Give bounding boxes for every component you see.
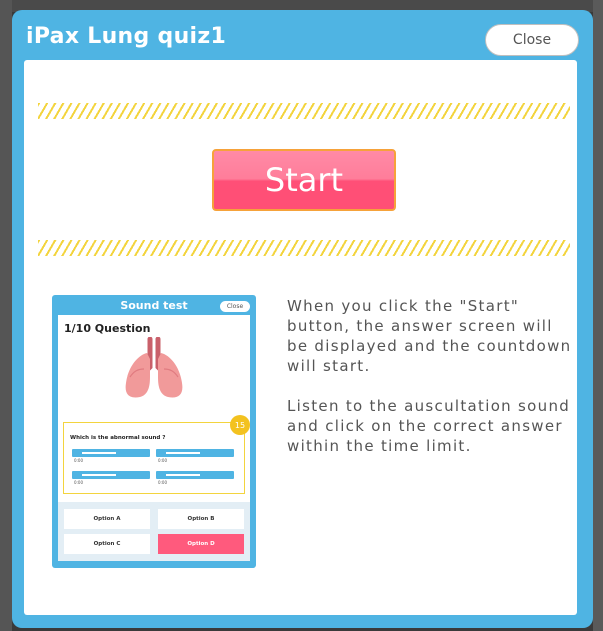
preview-audio-time: 0:00 (74, 480, 83, 485)
instruction-paragraph: When you click the "Start" button, the a… (287, 297, 572, 375)
background-left-edge (0, 0, 12, 631)
preview-audio-time: 0:00 (158, 458, 167, 463)
modal-content: Start Sound test Close 1/10 Question Whi… (24, 60, 577, 615)
preview-option-c: Option C (64, 534, 150, 554)
preview-question-counter: 1/10 Question (64, 322, 151, 335)
close-button[interactable]: Close (485, 24, 579, 56)
preview-option-d: Option D (158, 534, 244, 554)
decorative-stripe-bottom (38, 240, 570, 256)
decorative-stripe-top (38, 103, 570, 119)
preview-close-button: Close (220, 301, 250, 312)
preview-audio-time: 0:00 (74, 458, 83, 463)
instruction-paragraph: Listen to the auscultation sound and cli… (287, 397, 571, 455)
background-right-edge (593, 0, 603, 631)
preview-question-box: Which is the abnormal sound ? 15 0:00 0:… (63, 415, 250, 494)
countdown-badge: 15 (230, 415, 250, 435)
preview-question-prompt: Which is the abnormal sound ? (70, 435, 166, 441)
preview-audio-player (156, 471, 234, 479)
preview-audio-time: 0:00 (158, 480, 167, 485)
modal-title: iPax Lung quiz1 (26, 24, 227, 49)
preview-audio-player (72, 449, 150, 457)
preview-option-b: Option B (158, 509, 244, 529)
preview-option-a: Option A (64, 509, 150, 529)
lungs-icon (125, 337, 183, 398)
instructions: When you click the "Start" button, the a… (287, 296, 572, 476)
preview-options-area: Option A Option B Option C Option D (58, 502, 250, 561)
start-button[interactable]: Start (212, 149, 396, 211)
preview-panel: 1/10 Question Which is the abnormal soun… (58, 315, 250, 561)
preview-screenshot: Sound test Close 1/10 Question Which is … (52, 295, 256, 568)
preview-audio-player (156, 449, 234, 457)
preview-audio-player (72, 471, 150, 479)
quiz-modal: iPax Lung quiz1 Close Start Sound test C… (12, 10, 593, 628)
